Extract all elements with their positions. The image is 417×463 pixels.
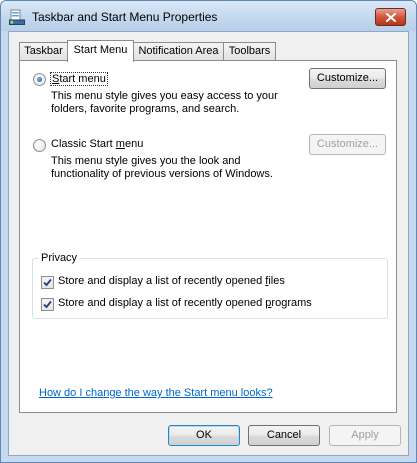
start-menu-description: This menu style gives you easy access to… [51, 90, 278, 115]
classic-start-menu-description: This menu style gives you the look and f… [51, 155, 273, 180]
tab-label: Toolbars [228, 45, 271, 57]
ok-button[interactable]: OK [168, 425, 240, 446]
start-menu-radio[interactable] [33, 73, 46, 86]
dialog-client-area: Taskbar Start Menu Notification Area Too… [8, 31, 409, 456]
label-text: enu [124, 138, 144, 150]
checkmark-icon [43, 278, 52, 287]
start-menu-tab-panel: Start menu This menu style gives you eas… [19, 60, 397, 413]
dialog-window: Taskbar and Start Menu Properties Taskba… [0, 0, 417, 463]
taskbar-properties-icon [9, 9, 25, 25]
close-button[interactable] [375, 8, 406, 26]
label-text: tart menu [59, 73, 106, 85]
label-text: rograms [271, 297, 312, 309]
help-link[interactable]: How do I change the way the Start menu l… [39, 387, 273, 399]
mnemonic: m [115, 138, 125, 150]
window-title: Taskbar and Start Menu Properties [32, 10, 218, 24]
recent-files-checkbox[interactable] [41, 276, 54, 289]
label-text: iles [268, 275, 285, 287]
label-text: Classic Start [51, 138, 116, 150]
tab-taskbar[interactable]: Taskbar [19, 42, 68, 60]
classic-start-menu-label[interactable]: Classic Start menu [51, 138, 143, 150]
recent-programs-checkbox[interactable] [41, 298, 54, 311]
recent-files-label[interactable]: Store and display a list of recently ope… [58, 275, 285, 287]
checkmark-icon [43, 300, 52, 309]
title-bar[interactable]: Taskbar and Start Menu Properties [1, 1, 416, 31]
radio-selected-dot [37, 77, 42, 82]
close-icon [385, 12, 396, 22]
privacy-group: Privacy Store and display a list of rece… [32, 252, 388, 319]
classic-customize-button[interactable]: Customize... [309, 134, 386, 155]
apply-button[interactable]: Apply [329, 425, 401, 446]
classic-start-menu-radio[interactable] [33, 139, 46, 152]
start-menu-customize-button[interactable]: Customize... [309, 68, 386, 89]
tab-label: Start Menu [73, 44, 128, 56]
recent-programs-label[interactable]: Store and display a list of recently ope… [58, 297, 312, 309]
tab-notification-area[interactable]: Notification Area [133, 42, 224, 60]
tab-label: Notification Area [138, 45, 219, 57]
tab-start-menu[interactable]: Start Menu [67, 40, 134, 62]
privacy-legend: Privacy [39, 252, 80, 264]
cancel-button[interactable]: Cancel [248, 425, 320, 446]
start-menu-radio-label[interactable]: Start menu [50, 72, 108, 86]
label-text: Store and display a list of recently ope… [58, 275, 266, 287]
tab-label: Taskbar [24, 45, 63, 57]
tab-toolbars[interactable]: Toolbars [223, 42, 276, 60]
label-text: Store and display a list of recently ope… [58, 297, 266, 309]
